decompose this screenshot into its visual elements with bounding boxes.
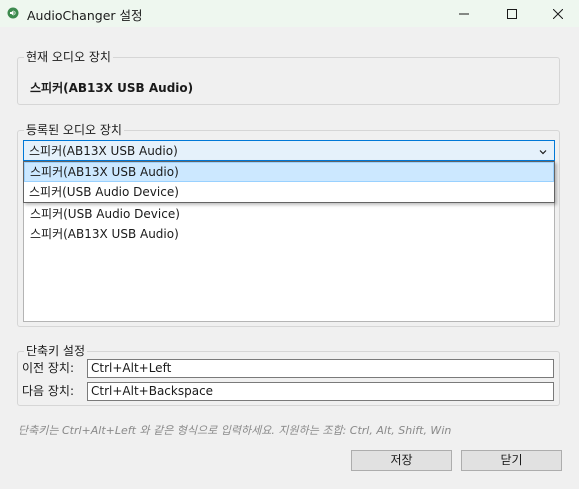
registered-devices-legend: 등록된 오디오 장치 — [24, 122, 124, 138]
combo-selected-value: 스피커(AB13X USB Audio) — [29, 144, 178, 158]
device-combobox[interactable]: 스피커(AB13X USB Audio) — [23, 140, 555, 161]
prev-device-label: 이전 장치: — [22, 361, 75, 375]
dropdown-option-usb-audio[interactable]: 스피커(USB Audio Device) — [24, 182, 554, 202]
next-device-label: 다음 장치: — [22, 384, 75, 398]
hotkey-hint: 단축키는 Ctrl+Alt+Left 와 같은 형식으로 입력하세요. 지원하는… — [18, 424, 452, 437]
close-button[interactable]: 닫기 — [461, 450, 562, 471]
dropdown-option-ab13x[interactable]: 스피커(AB13X USB Audio) — [24, 162, 554, 182]
maximize-icon — [507, 8, 517, 19]
current-device-legend: 현재 오디오 장치 — [24, 49, 113, 65]
close-icon — [553, 8, 563, 19]
prev-device-hotkey-input[interactable]: Ctrl+Alt+Left — [87, 359, 554, 378]
chevron-down-icon[interactable] — [538, 146, 548, 156]
current-device-group: 현재 오디오 장치 스피커(AB13X USB Audio) — [17, 49, 560, 105]
maximize-button[interactable] — [489, 0, 535, 27]
current-device-value: 스피커(AB13X USB Audio) — [30, 81, 194, 95]
hotkey-legend: 단축키 설정 — [24, 343, 88, 359]
minimize-icon — [459, 9, 469, 19]
minimize-button[interactable] — [441, 0, 487, 27]
device-dropdown[interactable]: 스피커(AB13X USB Audio) 스피커(USB Audio Devic… — [23, 161, 555, 203]
title-bar[interactable]: AudioChanger 설정 — [0, 0, 579, 27]
save-button[interactable]: 저장 — [351, 450, 452, 471]
close-window-button[interactable] — [535, 0, 579, 27]
list-item[interactable]: 스피커(AB13X USB Audio) — [30, 224, 179, 244]
next-device-hotkey-input[interactable]: Ctrl+Alt+Backspace — [87, 382, 554, 401]
list-item[interactable]: 스피커(USB Audio Device) — [30, 204, 180, 224]
speaker-icon — [7, 7, 19, 19]
window-title: AudioChanger 설정 — [27, 8, 143, 23]
